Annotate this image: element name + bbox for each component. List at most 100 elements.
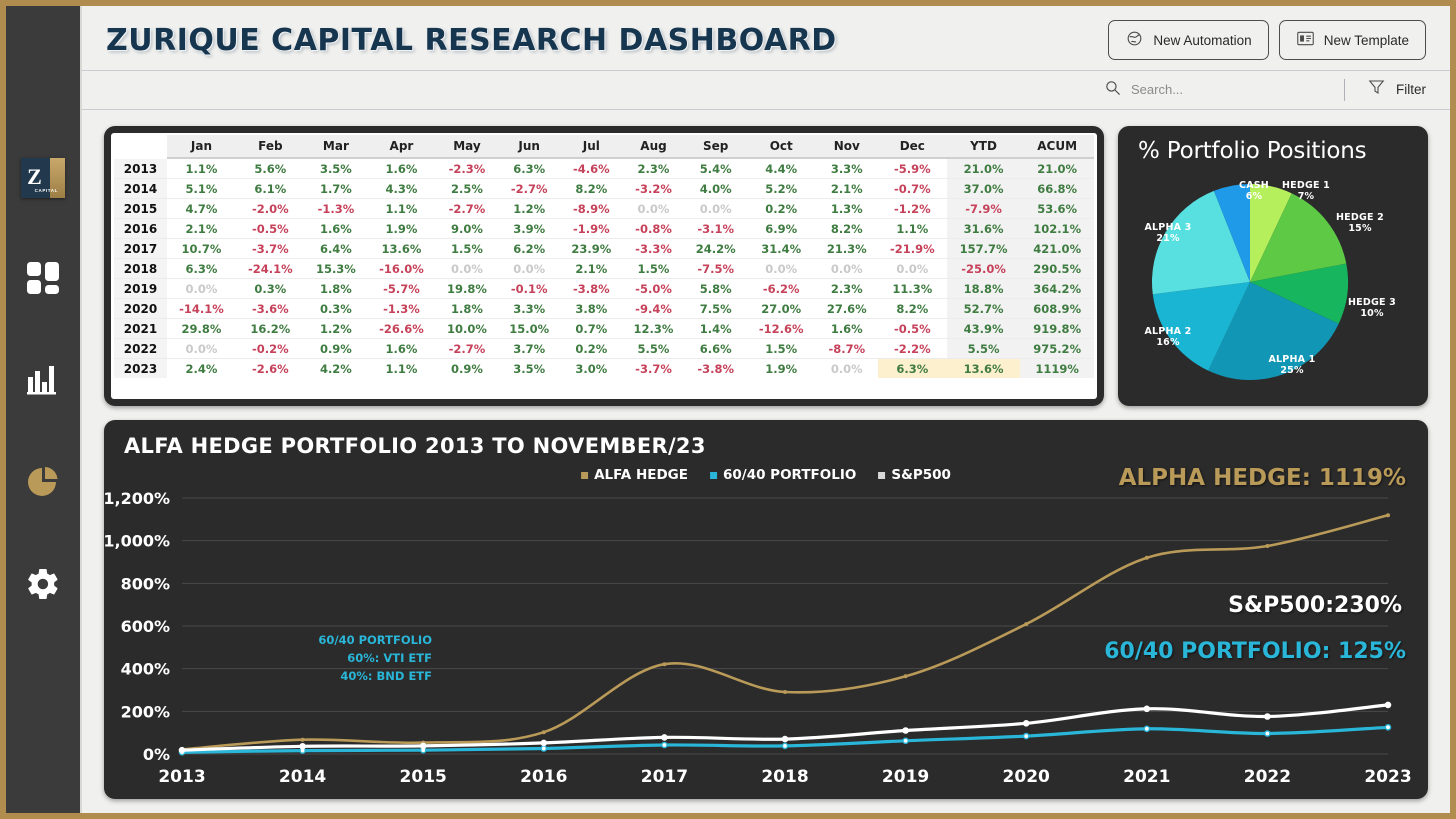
table-cell-acum: 290.5% [1020,259,1094,279]
data-point[interactable] [903,728,908,733]
pie-chart-icon [25,464,61,505]
y-axis-tick: 200% [121,702,170,721]
x-axis-tick: 2016 [520,767,567,787]
table-cell-jan: 1.1% [167,158,236,179]
logo-subtext: CAPITAL [35,188,58,193]
table-cell-apr: 1.6% [367,158,436,179]
data-point[interactable] [782,737,787,742]
pie-label-alpha2: ALPHA 216% [1134,326,1202,348]
table-cell-jun: 3.3% [498,299,560,319]
sidebar-item-dashboard[interactable] [23,260,63,300]
sidebar-item-portfolio[interactable] [23,464,63,504]
data-point[interactable] [1024,734,1029,739]
data-point[interactable] [662,742,667,747]
table-cell-acum: 919.8% [1020,319,1094,339]
data-point[interactable] [541,740,546,745]
table-cell-sep: 6.6% [685,339,747,359]
data-point[interactable] [1386,513,1390,517]
table-cell-acum: 53.6% [1020,199,1094,219]
data-point[interactable] [783,690,787,694]
data-point[interactable] [1385,725,1390,730]
data-point[interactable] [662,735,667,740]
table-cell-feb: -0.2% [236,339,305,359]
table-cell-aug: -3.2% [622,179,684,199]
table-cell-jun: 0.0% [498,259,560,279]
portfolio-positions-panel: % Portfolio Positions CASH6% HEDGE 17% H… [1118,126,1428,406]
table-cell-may: 0.9% [436,359,498,379]
table-header-nov: Nov [816,135,878,158]
table-header-row: JanFebMarAprMayJunJulAugSepOctNovDecYTDA… [114,135,1094,158]
chart-title: ALFA HEDGE PORTFOLIO 2013 TO NOVEMBER/23 [124,434,1412,458]
portfolio-composition-note: 60/40 PORTFOLIO 60%: VTI ETF 40%: BND ET… [192,632,432,685]
data-point[interactable] [904,674,908,678]
table-cell-nov: 2.1% [816,179,878,199]
note-line-2: 60%: VTI ETF [192,650,432,668]
data-point[interactable] [301,738,305,742]
table-cell-acum: 66.8% [1020,179,1094,199]
data-point[interactable] [1144,726,1149,731]
table-row: 20131.1%5.6%3.5%1.6%-2.3%6.3%-4.6%2.3%5.… [114,158,1094,179]
data-point[interactable] [1265,731,1270,736]
table-cell-sep: 4.0% [685,179,747,199]
data-point[interactable] [1145,556,1149,560]
table-cell-dec: -0.7% [878,179,947,199]
data-point[interactable] [662,662,666,666]
table-cell-ytd: 18.8% [947,279,1021,299]
x-axis-tick: 2022 [1244,767,1291,787]
table-cell-nov: 0.0% [816,359,878,379]
data-point[interactable] [300,744,305,749]
table-cell-nov: 1.3% [816,199,878,219]
y-axis-tick: 1,200% [104,489,170,508]
table-header-dec: Dec [878,135,947,158]
table-cell-feb: 5.6% [236,158,305,179]
table-cell-mar: 0.3% [305,299,367,319]
data-point[interactable] [1385,702,1390,707]
data-point[interactable] [1144,706,1149,711]
search-input[interactable]: Search... [1104,79,1344,101]
data-point[interactable] [1265,714,1270,719]
table-cell-oct: 6.9% [747,219,816,239]
top-actions: New Automation New Template [1108,20,1426,60]
app-logo[interactable]: Z CAPITAL [21,158,65,198]
x-axis-tick: 2019 [882,767,929,787]
data-point[interactable] [782,743,787,748]
table-cell-year: 2021 [114,319,167,339]
table-cell-dec: 0.0% [878,259,947,279]
data-point[interactable] [903,738,908,743]
table-cell-may: 0.0% [436,259,498,279]
table-row: 20232.4%-2.6%4.2%1.1%0.9%3.5%3.0%-3.7%-3… [114,359,1094,379]
table-cell-dec: 11.3% [878,279,947,299]
table-row: 20190.0%0.3%1.8%-5.7%19.8%-0.1%-3.8%-5.0… [114,279,1094,299]
table-cell-acum: 975.2% [1020,339,1094,359]
filter-button[interactable]: Filter [1367,78,1426,101]
table-cell-jul: 8.2% [560,179,622,199]
data-point[interactable] [1024,622,1028,626]
table-cell-sep: -3.1% [685,219,747,239]
table-header-feb: Feb [236,135,305,158]
data-point[interactable] [421,743,426,748]
table-header-aug: Aug [622,135,684,158]
table-cell-ytd: 43.9% [947,319,1021,339]
data-point[interactable] [1024,721,1029,726]
data-point[interactable] [542,730,546,734]
table-cell-nov: 1.6% [816,319,878,339]
data-point[interactable] [541,746,546,751]
table-cell-acum: 102.1% [1020,219,1094,239]
new-template-button[interactable]: New Template [1279,20,1426,60]
sidebar-item-reports[interactable] [23,362,63,402]
table-cell-feb: -0.5% [236,219,305,239]
table-cell-feb: 6.1% [236,179,305,199]
data-point[interactable] [1265,544,1269,548]
main-area: ZURIQUE CAPITAL RESEARCH DASHBOARD New A… [82,6,1450,813]
table-cell-ytd: 5.5% [947,339,1021,359]
table-header-apr: Apr [367,135,436,158]
table-cell-year: 2013 [114,158,167,179]
table-cell-ytd: 52.7% [947,299,1021,319]
pie-label-alpha1: ALPHA 125% [1258,354,1326,376]
data-point[interactable] [179,748,184,753]
monthly-returns-table: JanFebMarAprMayJunJulAugSepOctNovDecYTDA… [114,135,1094,378]
table-cell-feb: -2.0% [236,199,305,219]
new-automation-button[interactable]: New Automation [1108,20,1268,60]
table-cell-mar: 3.5% [305,158,367,179]
sidebar-item-settings[interactable] [23,566,63,606]
